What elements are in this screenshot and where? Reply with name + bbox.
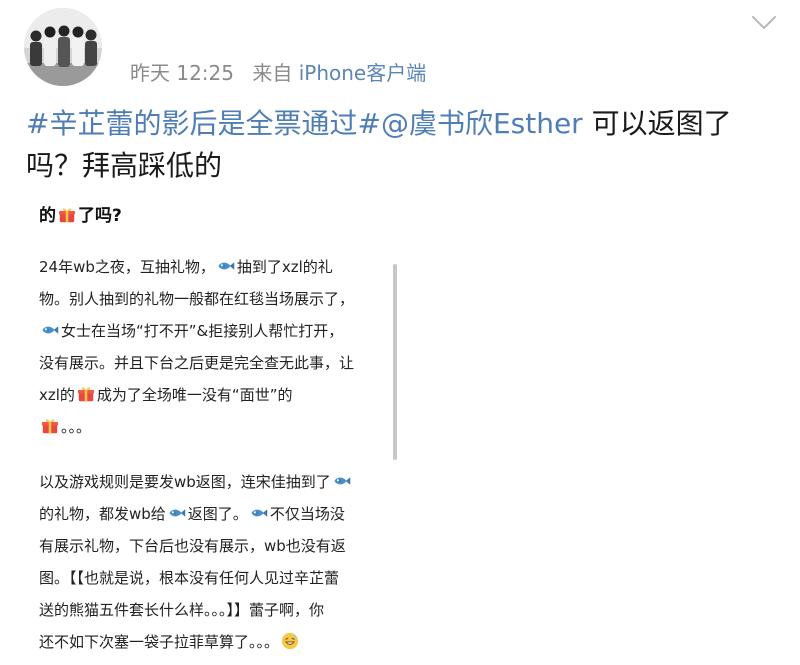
p2-line3: 有展示礼物，下台后也没有展示，wb也没有返 (39, 537, 346, 555)
p1-line6: 。。。 (61, 418, 92, 436)
post-time: 昨天 12:25 (130, 61, 234, 85)
post-image[interactable]: 的 了吗? 24年wb之夜，互抽礼物， 抽到了xzl的礼 物。别人抽到的礼物一般都在… (14, 188, 409, 665)
heading-prefix: 的 (39, 206, 56, 226)
paragraph-1: 24年wb之夜，互抽礼物， 抽到了xzl的礼 物。别人抽到的礼物一般都在红毯当场展… (39, 251, 384, 443)
scrollbar-thumb[interactable] (393, 264, 397, 460)
p2-line1: 以及游戏规则是要发wb返图，连宋佳抽到了 (39, 473, 331, 491)
fish-emoji (217, 257, 235, 275)
paragraph-2: 以及游戏规则是要发wb返图，连宋佳抽到了 的礼物，都发wb给 返图了。 不仅当场没 … (39, 466, 384, 658)
post-text-line2: 吗？拜高踩低的 (26, 149, 223, 182)
sweat-smile-emoji (281, 632, 299, 650)
p2-line2-b: 返图了。 (187, 505, 248, 523)
source-client-link[interactable]: iPhone客户端 (299, 61, 427, 85)
avatar[interactable] (24, 8, 102, 86)
gift-emoji (41, 417, 59, 435)
source-prefix: 来自 (252, 61, 293, 85)
chevron-down-icon[interactable] (750, 14, 778, 32)
fish-emoji (41, 321, 59, 339)
gift-emoji (77, 385, 95, 403)
gift-emoji (58, 206, 76, 224)
p2-line2-a: 的礼物，都发wb给 (39, 505, 166, 523)
fish-emoji (333, 472, 351, 490)
p1-line2: 物。别人抽到的礼物一般都在红毯当场展示了， (39, 290, 355, 308)
fish-emoji (168, 504, 186, 522)
avatar-image (24, 8, 102, 86)
p2-line4: 图。【【也就是说，根本没有任何人见过辛芷蕾 (39, 569, 340, 587)
p1-line5-a: xzl的 (39, 386, 75, 404)
post-header: 昨天 12:25 来自 iPhone客户端 (0, 0, 800, 96)
post-text-rest: 可以返图了 (582, 107, 732, 140)
image-heading: 的 了吗? (39, 201, 122, 226)
fish-emoji (250, 504, 268, 522)
post-meta: 昨天 12:25 来自 iPhone客户端 (130, 57, 426, 86)
p1-line4: 没有展示。并且下台之后更是完全查无此事，让 (39, 354, 355, 372)
p1-line1-a: 24年wb之夜，互抽礼物， (39, 258, 215, 276)
mention-link[interactable]: @虞书欣Esther (381, 107, 583, 140)
heading-suffix: 了吗? (78, 206, 122, 226)
p2-line6: 还不如下次塞一袋子拉菲草算了。。。 (39, 633, 280, 651)
p2-line5: 送的熊猫五件套长什么样。。。】】蕾子啊，你 (39, 601, 325, 619)
post-text: #辛芷蕾的影后是全票通过#@虞书欣Esther 可以返图了 吗？拜高踩低的 (26, 103, 766, 187)
p1-line1-b: 抽到了xzl的礼 (236, 258, 333, 276)
p2-line2-c: 不仅当场没 (269, 505, 345, 523)
hashtag-link[interactable]: #辛芷蕾的影后是全票通过# (26, 107, 381, 140)
p1-line3: 女士在当场“打不开”&拒接别人帮忙打开， (61, 322, 344, 340)
p1-line5-b: 成为了全场唯一没有“面世”的 (96, 386, 293, 404)
